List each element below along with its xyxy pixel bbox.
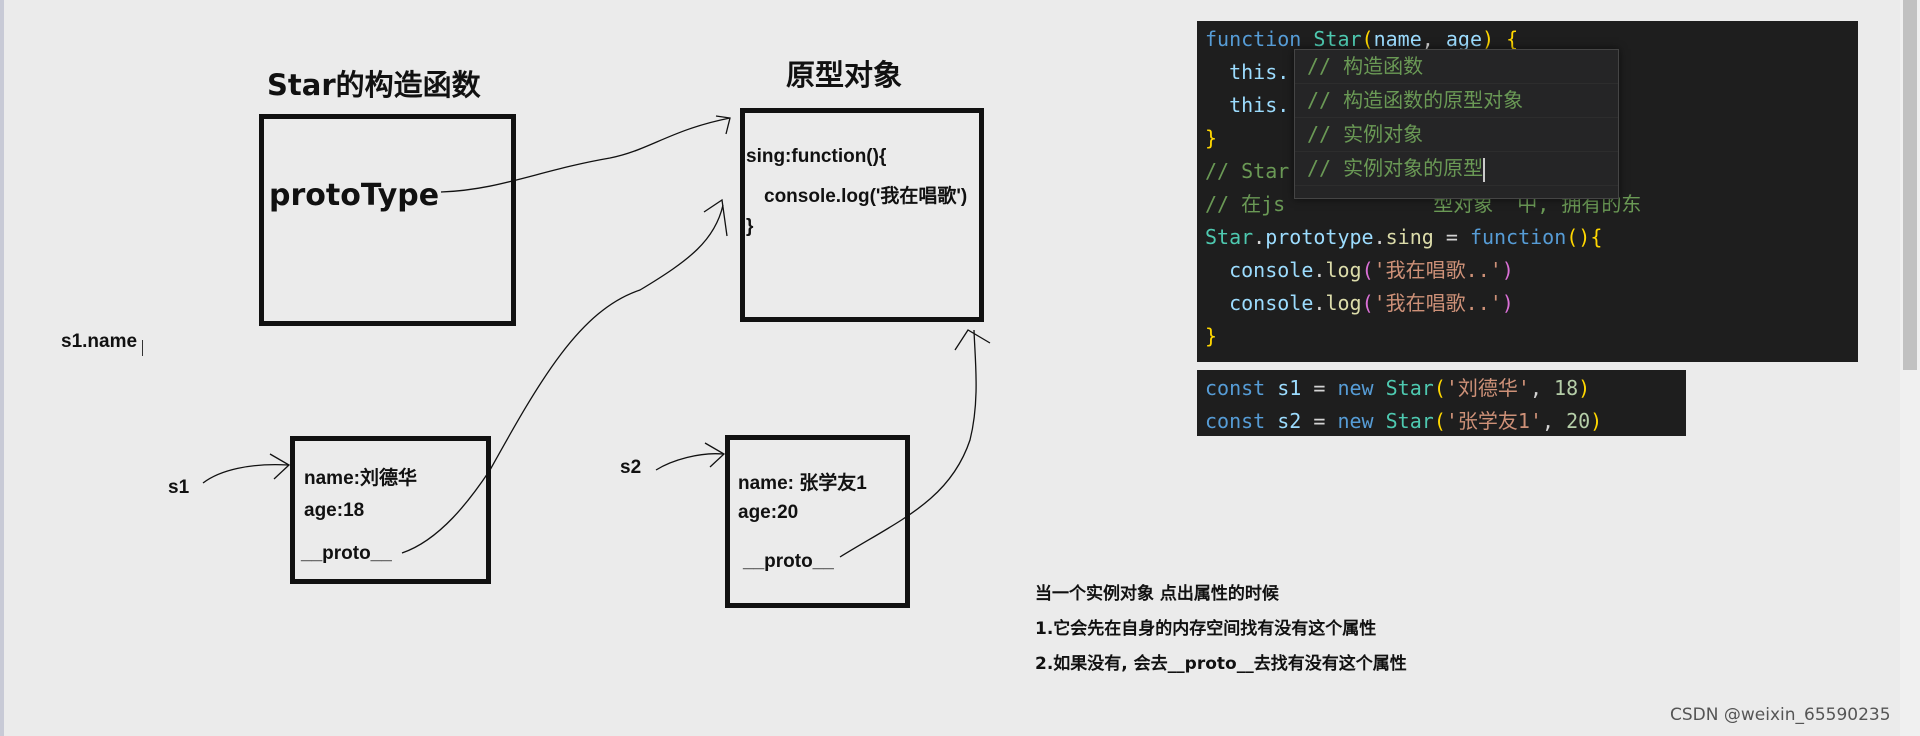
code-token: = bbox=[1433, 225, 1470, 249]
code-token: console bbox=[1229, 291, 1314, 315]
code-token: function bbox=[1205, 27, 1314, 51]
code-token: 20 bbox=[1566, 409, 1591, 433]
code-token: ( bbox=[1433, 376, 1446, 400]
code-token: ( bbox=[1361, 27, 1374, 51]
code-line: console.log('我在唱歌..') bbox=[1205, 254, 1850, 287]
code-line: console.log('我在唱歌..') bbox=[1205, 287, 1850, 320]
code-token: Star bbox=[1385, 409, 1434, 433]
arrowhead-icon bbox=[704, 442, 726, 468]
code-token: console bbox=[1229, 258, 1314, 282]
code-line: } bbox=[1205, 320, 1850, 353]
code-editor-instances: const s1 = new Star('刘德华', 18) const s2 =… bbox=[1197, 370, 1686, 436]
code-token: (){ bbox=[1566, 225, 1603, 249]
arrowhead-icon bbox=[269, 453, 291, 480]
watermark: CSDN @weixin_65590235 bbox=[1670, 705, 1891, 725]
code-token: , bbox=[1541, 409, 1567, 433]
code-token: . bbox=[1253, 225, 1266, 249]
code-token: // 在js bbox=[1205, 192, 1286, 216]
s2-arrow bbox=[655, 453, 724, 471]
code-token: '我在唱歌..' bbox=[1373, 258, 1502, 282]
code-token: ( bbox=[1361, 258, 1374, 282]
autocomplete-item[interactable]: // 实例对象的原型 bbox=[1295, 152, 1618, 186]
code-token: s2 bbox=[1277, 409, 1302, 433]
code-token: Star bbox=[1313, 27, 1362, 51]
note-line: 1.它会先在自身的内存空间找有没有这个属性 bbox=[1035, 619, 1377, 639]
code-token: = bbox=[1301, 409, 1338, 433]
code-token: new bbox=[1337, 409, 1386, 433]
code-token: log bbox=[1325, 258, 1362, 282]
code-line: const s1 = new Star('刘德华', 18) bbox=[1205, 372, 1678, 405]
code-token: { bbox=[1506, 27, 1519, 51]
code-token: sing bbox=[1385, 225, 1434, 249]
code-token: . bbox=[1373, 225, 1386, 249]
code-token: Star bbox=[1385, 376, 1434, 400]
code-token: . bbox=[1313, 291, 1326, 315]
code-token: function bbox=[1469, 225, 1567, 249]
code-token: , bbox=[1421, 27, 1446, 51]
code-token: = bbox=[1301, 376, 1338, 400]
code-token: '刘德华' bbox=[1445, 376, 1530, 400]
code-token: , bbox=[1529, 376, 1555, 400]
scrollbar-thumb[interactable] bbox=[1903, 0, 1917, 370]
code-token: log bbox=[1325, 291, 1362, 315]
note-line: 2.如果没有, 会去__proto__去找有没有这个属性 bbox=[1035, 654, 1407, 674]
autocomplete-item[interactable]: // 实例对象 bbox=[1295, 118, 1618, 152]
code-token: 18 bbox=[1554, 376, 1579, 400]
s2-proto-arrow bbox=[839, 329, 977, 558]
code-token: . bbox=[1313, 258, 1326, 282]
autocomplete-item[interactable]: // 构造函数的原型对象 bbox=[1295, 84, 1618, 118]
autocomplete-item-text: // 实例对象的原型 bbox=[1307, 156, 1484, 180]
code-token: this. bbox=[1229, 60, 1290, 84]
code-token: new bbox=[1337, 376, 1386, 400]
code-token: const bbox=[1205, 376, 1278, 400]
code-token: } bbox=[1205, 126, 1218, 150]
code-line: Star.prototype.sing = function(){ bbox=[1205, 221, 1850, 254]
code-token: age bbox=[1445, 27, 1482, 51]
code-token: this. bbox=[1229, 93, 1290, 117]
s1-arrow bbox=[202, 464, 289, 484]
code-token: const bbox=[1205, 409, 1278, 433]
arrowhead-icon bbox=[954, 329, 991, 351]
code-token: // Star bbox=[1205, 159, 1290, 183]
code-token: ) bbox=[1501, 258, 1514, 282]
text-cursor bbox=[1483, 157, 1486, 182]
note-line: 当一个实例对象 点出属性的时候 bbox=[1035, 584, 1279, 604]
code-token: Star bbox=[1205, 225, 1254, 249]
code-token: s1 bbox=[1277, 376, 1302, 400]
code-token: ) bbox=[1578, 376, 1591, 400]
prototype-arrow bbox=[440, 117, 731, 193]
code-line: const s2 = new Star('张学友1', 20) bbox=[1205, 405, 1678, 436]
code-token: ) bbox=[1501, 291, 1514, 315]
code-token: } bbox=[1205, 324, 1218, 348]
code-token: ) bbox=[1590, 409, 1603, 433]
code-token: '张学友1' bbox=[1445, 409, 1542, 433]
s1-proto-arrow bbox=[401, 204, 724, 554]
autocomplete-item[interactable]: // 构造函数 bbox=[1295, 50, 1618, 84]
code-token: name bbox=[1373, 27, 1422, 51]
code-token: ( bbox=[1361, 291, 1374, 315]
code-token: '我在唱歌..' bbox=[1373, 291, 1502, 315]
code-token: ( bbox=[1433, 409, 1446, 433]
autocomplete-popup: // 构造函数 // 构造函数的原型对象 // 实例对象 // 实例对象的原型 bbox=[1294, 49, 1619, 199]
code-token: prototype bbox=[1265, 225, 1374, 249]
code-token: ) bbox=[1481, 27, 1495, 51]
